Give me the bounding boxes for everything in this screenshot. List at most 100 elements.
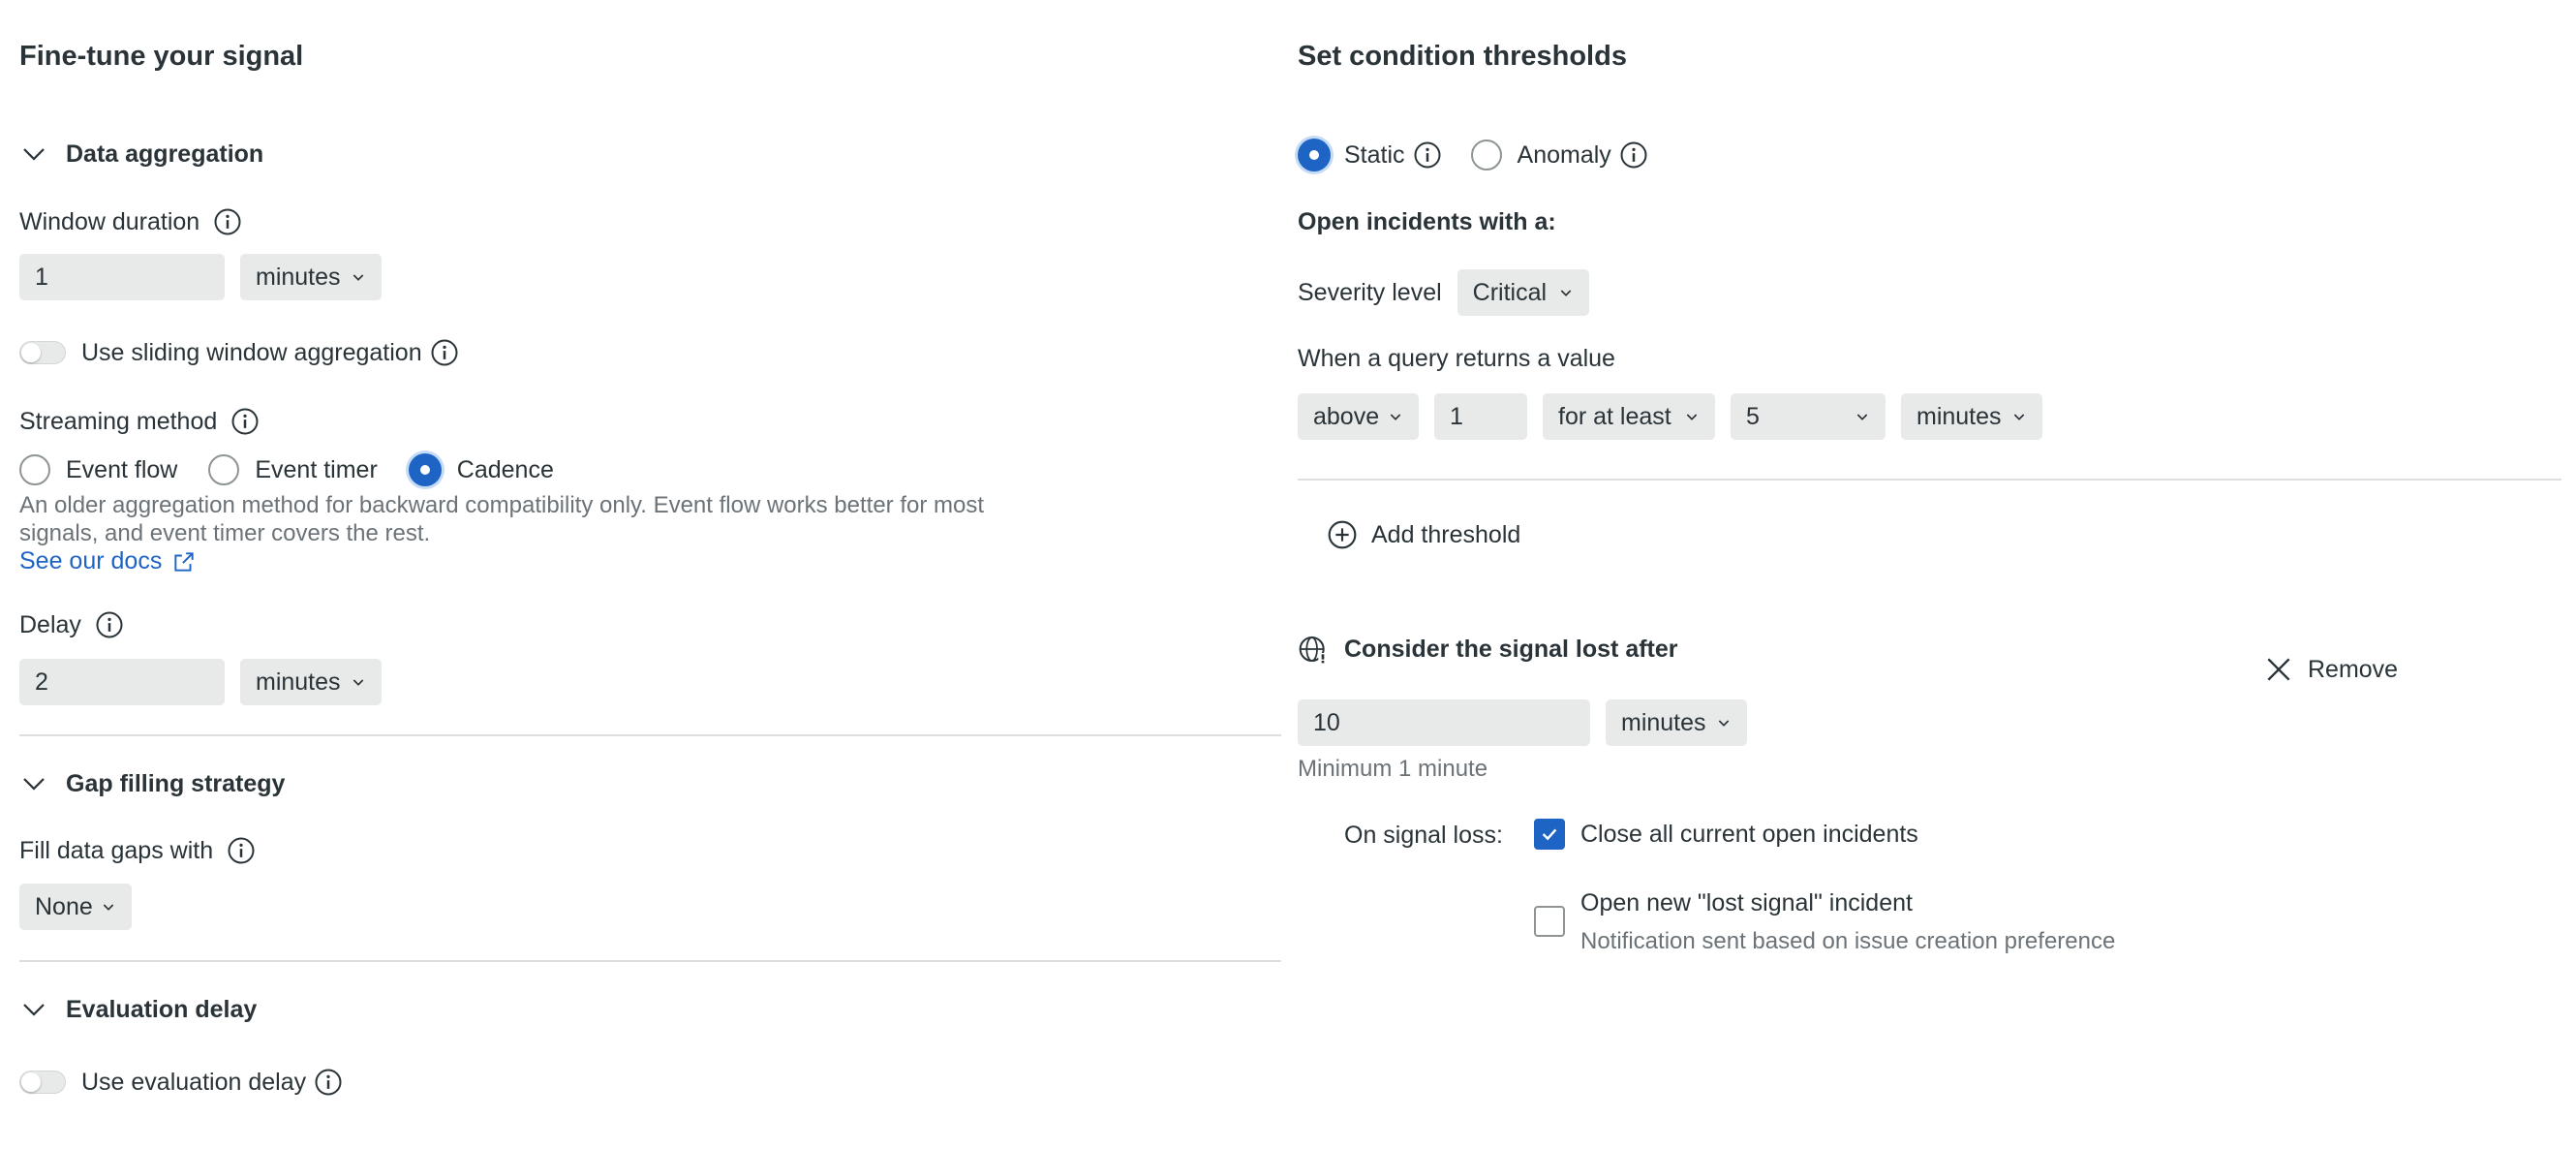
radio-label: Event timer xyxy=(255,455,378,483)
radio-event-timer[interactable]: Event timer xyxy=(208,454,378,485)
on-signal-loss-label: On signal loss: xyxy=(1344,822,1503,849)
select-value: Critical xyxy=(1472,278,1548,306)
window-duration-row: Window duration xyxy=(19,207,242,236)
page-title-thresholds: Set condition thresholds xyxy=(1298,41,1627,72)
chevron-down-icon xyxy=(1718,720,1730,727)
delay-label: Delay xyxy=(19,610,81,638)
fill-gaps-row: Fill data gaps with xyxy=(19,836,256,865)
open-lost-checkbox[interactable] xyxy=(1534,906,1565,937)
occurrence-select[interactable]: for at least xyxy=(1543,393,1715,440)
signal-lost-title: Consider the signal lost after xyxy=(1344,635,1678,663)
fill-gaps-select[interactable]: None xyxy=(19,884,132,930)
delay-input[interactable]: 2 xyxy=(19,659,225,705)
add-threshold-label: Add threshold xyxy=(1371,520,1521,548)
chevron-down-icon xyxy=(23,778,45,791)
plus-circle-icon xyxy=(1328,520,1357,549)
remove-label: Remove xyxy=(2308,655,2399,683)
select-value: minutes xyxy=(1917,402,2002,430)
radio-label: Anomaly xyxy=(1517,140,1611,169)
external-link-icon xyxy=(174,551,194,572)
open-lost-label: Open new "lost signal" incident xyxy=(1580,889,1913,916)
info-icon[interactable] xyxy=(230,407,260,436)
see-docs-link-text[interactable]: See our docs xyxy=(19,547,162,575)
radio-button[interactable] xyxy=(208,454,240,485)
see-docs-link[interactable]: See our docs xyxy=(19,547,197,575)
evaluation-delay-toggle[interactable] xyxy=(19,1071,66,1094)
section-divider xyxy=(19,960,1281,962)
select-value: minutes xyxy=(256,263,341,291)
select-value: for at least xyxy=(1558,402,1671,430)
radio-button[interactable] xyxy=(1470,140,1502,171)
select-value: None xyxy=(35,892,93,920)
window-duration-input[interactable]: 1 xyxy=(19,254,225,300)
info-icon[interactable] xyxy=(1413,140,1442,170)
radio-label: Cadence xyxy=(456,455,554,483)
severity-label: Severity level xyxy=(1298,278,1442,306)
remove-button[interactable]: Remove xyxy=(2263,654,2398,685)
page-title-fine-tune: Fine-tune your signal xyxy=(19,41,304,72)
chevron-down-icon xyxy=(103,904,114,911)
close-icon xyxy=(2267,658,2290,681)
chevron-down-icon xyxy=(23,148,45,161)
chevron-down-icon xyxy=(1856,414,1868,420)
sliding-window-label: Use sliding window aggregation xyxy=(81,338,422,366)
chevron-down-icon xyxy=(353,679,364,686)
globe-icon xyxy=(1299,637,1328,664)
evaluation-delay-row: Use evaluation delay xyxy=(19,1068,343,1097)
close-incidents-checkbox[interactable] xyxy=(1534,819,1565,850)
streaming-description-line2: signals, and event timer covers the rest… xyxy=(19,520,431,546)
duration-unit-select[interactable]: minutes xyxy=(1901,393,2042,440)
signal-lost-input[interactable]: 10 xyxy=(1298,699,1590,746)
radio-label: Event flow xyxy=(66,455,178,483)
duration-value-select[interactable]: 5 xyxy=(1731,393,1886,440)
streaming-description-line1: An older aggregation method for backward… xyxy=(19,492,985,518)
chevron-down-icon xyxy=(353,274,364,281)
select-value: 5 xyxy=(1746,402,1760,430)
info-icon[interactable] xyxy=(430,338,459,367)
radio-label: Static xyxy=(1344,140,1405,169)
info-icon[interactable] xyxy=(314,1068,343,1097)
info-icon[interactable] xyxy=(213,207,242,236)
radio-anomaly[interactable]: Anomaly xyxy=(1470,140,1648,171)
delay-unit-select[interactable]: minutes xyxy=(240,659,382,705)
severity-select[interactable]: Critical xyxy=(1457,269,1589,316)
signal-lost-unit-select[interactable]: minutes xyxy=(1606,699,1747,746)
info-icon[interactable] xyxy=(227,836,256,865)
streaming-method-options: Event flow Event timer Cadence xyxy=(19,453,554,486)
data-aggregation-header[interactable]: Data aggregation xyxy=(19,140,263,169)
close-incidents-option[interactable]: Close all current open incidents xyxy=(1534,819,1918,850)
close-incidents-label: Close all current open incidents xyxy=(1580,820,1918,848)
select-value: minutes xyxy=(1621,708,1706,736)
severity-row: Severity level Critical xyxy=(1298,269,1589,316)
chevron-down-icon xyxy=(1560,290,1571,296)
open-incidents-label: Open incidents with a: xyxy=(1298,208,1556,235)
add-threshold-button[interactable]: Add threshold xyxy=(1327,519,1520,550)
radio-button-selected[interactable] xyxy=(1298,139,1331,171)
radio-button-selected[interactable] xyxy=(408,453,442,486)
operator-select[interactable]: above xyxy=(1298,393,1419,440)
window-duration-label: Window duration xyxy=(19,207,200,235)
chevron-down-icon xyxy=(2013,414,2025,420)
gap-filling-header[interactable]: Gap filling strategy xyxy=(19,769,285,798)
radio-static[interactable]: Static xyxy=(1298,139,1442,171)
fill-gaps-label: Fill data gaps with xyxy=(19,836,214,864)
checkmark-icon xyxy=(1542,828,1557,841)
gap-filling-title: Gap filling strategy xyxy=(66,769,286,797)
chevron-down-icon xyxy=(23,1004,45,1016)
streaming-method-row: Streaming method xyxy=(19,407,260,436)
threshold-type-options: Static Anomaly xyxy=(1298,139,1648,171)
radio-cadence[interactable]: Cadence xyxy=(408,453,554,486)
query-label: When a query returns a value xyxy=(1298,345,1615,372)
evaluation-delay-header[interactable]: Evaluation delay xyxy=(19,995,257,1024)
sliding-window-row: Use sliding window aggregation xyxy=(19,338,459,367)
sliding-window-toggle[interactable] xyxy=(19,341,66,364)
chevron-down-icon xyxy=(1686,414,1698,420)
info-icon[interactable] xyxy=(1619,140,1648,170)
radio-event-flow[interactable]: Event flow xyxy=(19,454,177,485)
window-duration-unit-select[interactable]: minutes xyxy=(240,254,382,300)
info-icon[interactable] xyxy=(95,610,124,639)
threshold-value-input[interactable]: 1 xyxy=(1434,393,1527,440)
radio-button[interactable] xyxy=(19,454,50,485)
delay-row: Delay xyxy=(19,610,124,639)
section-divider xyxy=(19,734,1281,736)
